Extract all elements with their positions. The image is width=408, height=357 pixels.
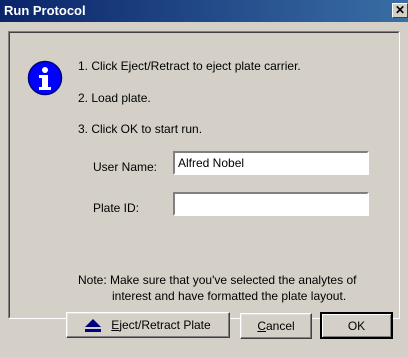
user-name-input[interactable]: Alfred Nobel bbox=[173, 151, 369, 175]
plate-id-label: Plate ID: bbox=[93, 201, 140, 215]
step-2-text: 2. Load plate. bbox=[78, 91, 151, 105]
instructions-panel: 1. Click Eject/Retract to eject plate ca… bbox=[8, 31, 400, 319]
dialog-client-area: 1. Click Eject/Retract to eject plate ca… bbox=[0, 22, 406, 355]
close-icon: ✕ bbox=[394, 3, 406, 17]
note-text: Note: Make sure that you've selected the… bbox=[78, 272, 378, 304]
note-line-1: Note: Make sure that you've selected the… bbox=[78, 273, 357, 287]
eject-icon bbox=[85, 318, 102, 332]
user-name-label: User Name: bbox=[93, 160, 158, 174]
eject-retract-plate-button[interactable]: Eject/Retract Plate bbox=[66, 312, 230, 338]
info-icon bbox=[27, 60, 63, 96]
cancel-button[interactable]: Cancel bbox=[240, 313, 312, 339]
plate-id-input[interactable] bbox=[173, 192, 369, 216]
close-button[interactable]: ✕ bbox=[392, 3, 408, 18]
window-title: Run Protocol bbox=[4, 3, 86, 18]
step-3-text: 3. Click OK to start run. bbox=[78, 122, 203, 136]
note-line-2: interest and have formatted the plate la… bbox=[112, 289, 347, 303]
step-1-text: 1. Click Eject/Retract to eject plate ca… bbox=[78, 59, 301, 73]
ok-button[interactable]: OK bbox=[320, 312, 393, 339]
title-bar[interactable]: Run Protocol ✕ bbox=[0, 0, 408, 22]
